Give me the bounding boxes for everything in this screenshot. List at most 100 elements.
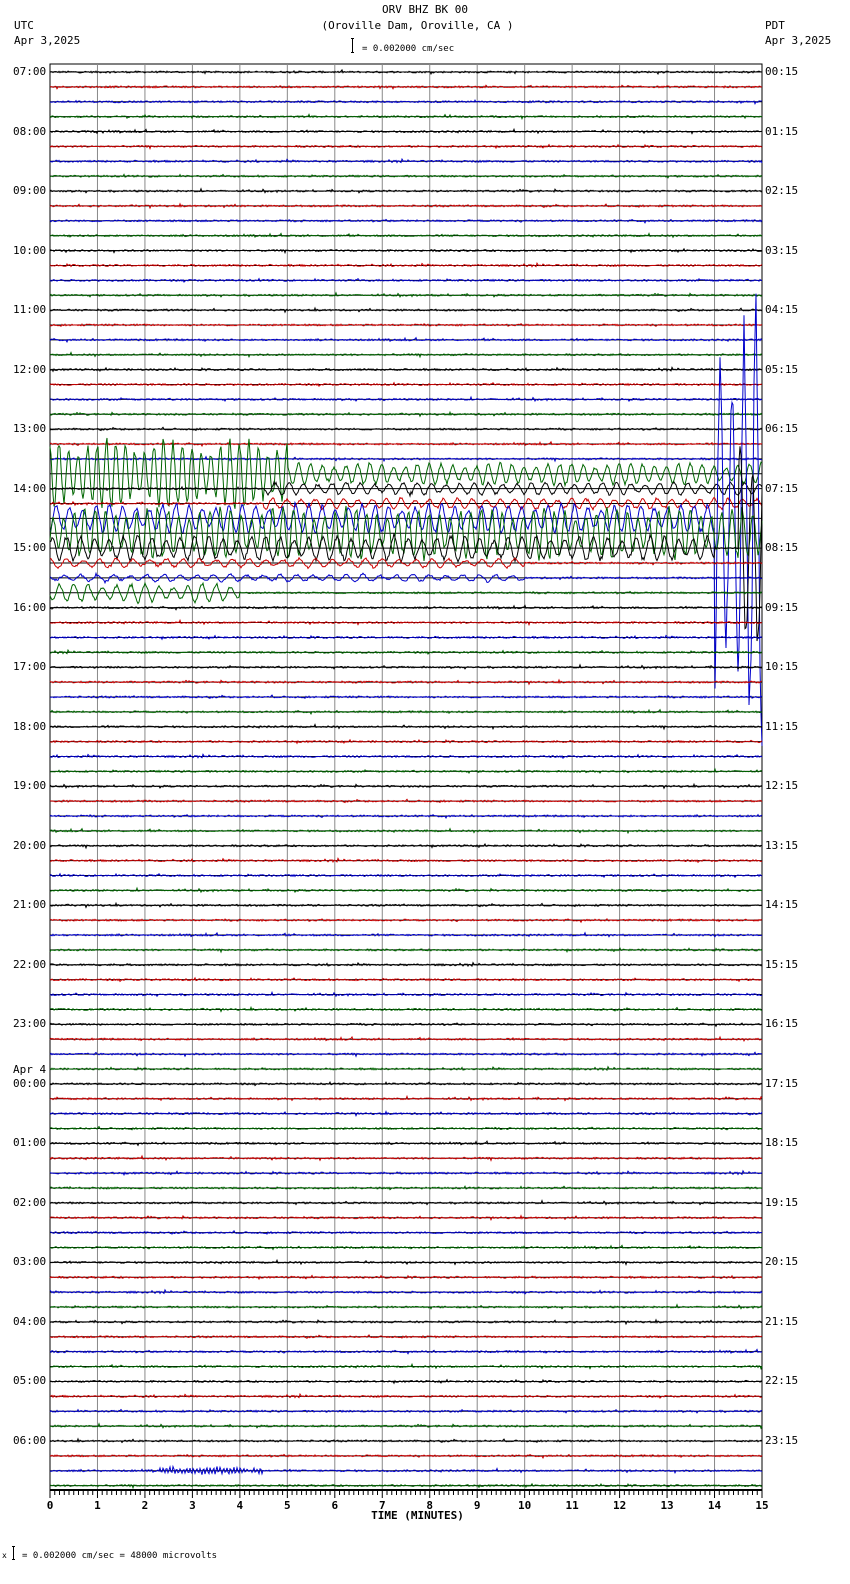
seismic-trace (49, 634, 763, 641)
footer-scale-note: = 0.002000 cm/sec = 48000 microvolts (22, 1551, 218, 1561)
seismic-trace (49, 202, 763, 210)
utc-hour-label: 22:00 (13, 957, 47, 971)
seismic-trace (49, 440, 763, 448)
utc-hour-label: 18:00 (13, 719, 47, 733)
pdt-hour-label: 08:15 (765, 541, 799, 555)
pdt-hour-label: 21:15 (765, 1314, 799, 1328)
utc-hour-label: 00:00 (13, 1076, 47, 1090)
pdt-hour-label: 05:15 (765, 362, 799, 376)
pdt-hour-label: 20:15 (765, 1255, 799, 1269)
x-axis-label: TIME (MINUTES) (371, 1509, 464, 1522)
utc-hour-label: 23:00 (13, 1017, 47, 1031)
seismic-trace (49, 1065, 763, 1072)
seismic-trace (49, 694, 763, 700)
pdt-hour-label: 14:15 (765, 898, 799, 912)
seismic-trace (49, 1080, 763, 1087)
utc-hour-label: 03:00 (13, 1255, 47, 1269)
seismic-trace (49, 293, 763, 746)
helicorder-plot (49, 63, 763, 1498)
seismic-trace (49, 1334, 763, 1339)
seismic-trace (49, 1051, 763, 1058)
seismic-trace (49, 663, 763, 671)
seismic-trace (49, 218, 763, 224)
utc-hour-label: 07:00 (13, 65, 47, 78)
pdt-hour-label: 06:15 (765, 422, 799, 436)
utc-hour-label: 20:00 (13, 838, 47, 852)
seismic-trace (49, 84, 763, 90)
pdt-hour-label: 09:15 (765, 600, 799, 614)
pdt-hour-label: 11:15 (765, 719, 799, 733)
seismic-trace (49, 1258, 763, 1267)
seismic-trace (49, 857, 763, 864)
seismic-trace (49, 1125, 763, 1131)
footer-scale-icon (12, 1546, 15, 1560)
pdt-hour-label: 19:15 (765, 1195, 799, 1209)
utc-hour-label: 15:00 (13, 541, 47, 555)
pdt-hour-label: 16:15 (765, 1017, 799, 1031)
footer-prefix: x (2, 1551, 7, 1560)
seismic-trace (49, 1378, 763, 1385)
utc-hour-label: 11:00 (13, 303, 47, 317)
utc-hour-label: 21:00 (13, 898, 47, 912)
seismic-trace (49, 901, 763, 909)
seismic-trace (49, 581, 763, 605)
date-change-label: Apr 4 (13, 1062, 47, 1076)
pdt-hour-label: 17:15 (765, 1076, 799, 1090)
utc-hour-label: 17:00 (13, 660, 47, 674)
seismic-trace (49, 127, 762, 135)
utc-hour-label: 09:00 (13, 184, 47, 198)
pdt-hour-label: 22:15 (765, 1374, 799, 1388)
seismic-trace (49, 187, 763, 194)
pdt-hour-label: 13:15 (765, 838, 799, 852)
pdt-hour-label: 01:15 (765, 124, 799, 138)
pdt-hour-label: 15:15 (765, 957, 799, 971)
pdt-hour-label: 00:15 (765, 65, 799, 78)
utc-hour-label: 04:00 (13, 1314, 47, 1328)
seismic-trace (49, 1035, 763, 1043)
pdt-hour-label: 23:15 (765, 1433, 799, 1447)
utc-hour-label: 06:00 (13, 1433, 47, 1447)
utc-hour-label: 10:00 (13, 243, 47, 257)
seismic-trace (49, 678, 763, 686)
seismic-trace (49, 947, 763, 954)
utc-hour-label: 19:00 (13, 779, 47, 793)
pdt-hour-label: 12:15 (765, 779, 799, 793)
utc-hour-label: 02:00 (13, 1195, 47, 1209)
utc-hour-label: 08:00 (13, 124, 47, 138)
seismic-trace (49, 1154, 763, 1162)
pdt-hour-label: 04:15 (765, 303, 799, 317)
utc-hour-label: 05:00 (13, 1374, 47, 1388)
seismic-trace (49, 1318, 763, 1326)
seismic-trace (49, 426, 763, 432)
seismic-trace (49, 1362, 763, 1371)
seismic-trace (49, 767, 763, 774)
seismic-trace (49, 1348, 763, 1355)
seismic-trace (49, 886, 763, 894)
utc-hour-label: 01:00 (13, 1136, 47, 1150)
seismic-trace (49, 872, 763, 879)
seismic-trace (49, 381, 763, 388)
pdt-hour-label: 10:15 (765, 660, 799, 674)
utc-hour-label: 16:00 (13, 600, 47, 614)
pdt-hour-label: 03:15 (765, 243, 799, 257)
seismic-trace (50, 1229, 763, 1235)
plot-frame (49, 63, 763, 1491)
seismic-trace (49, 976, 763, 983)
pdt-hour-label: 07:15 (765, 481, 799, 495)
pdt-hour-label: 18:15 (765, 1136, 799, 1150)
seismic-trace (49, 1140, 763, 1147)
seismic-trace (50, 1005, 762, 1013)
seismic-trace (49, 336, 763, 343)
seismic-trace (49, 351, 763, 359)
utc-hour-label: 13:00 (13, 422, 47, 436)
seismic-trace (49, 1244, 763, 1251)
seismic-trace (49, 455, 763, 463)
seismic-trace (49, 723, 763, 731)
pdt-hour-label: 02:15 (765, 184, 799, 198)
utc-hour-label: 14:00 (13, 481, 47, 495)
utc-hour-label: 12:00 (13, 362, 47, 376)
seismic-trace (49, 113, 763, 121)
seismic-trace (49, 68, 762, 76)
seismic-trace (49, 1094, 763, 1102)
seismic-trace (49, 1214, 763, 1222)
